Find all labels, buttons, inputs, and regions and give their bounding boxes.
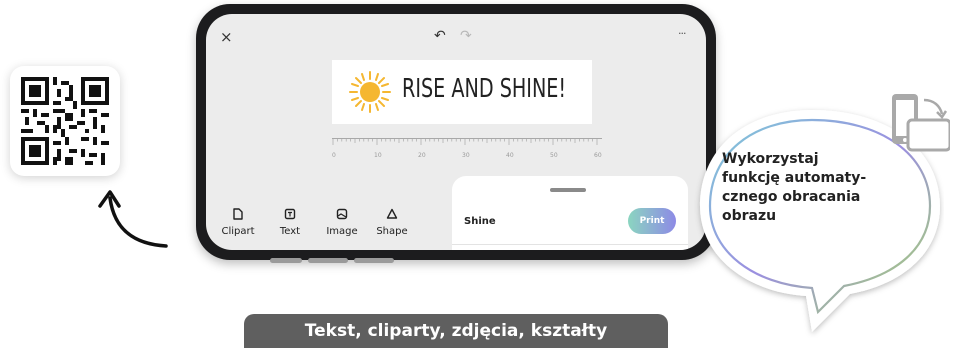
tool-label: Clipart (221, 226, 255, 237)
more-options-icon[interactable]: ··· (678, 27, 686, 40)
caption-banner: Tekst, cliparty, zdjęcia, kształty (244, 314, 668, 348)
qr-code-card (10, 66, 120, 176)
callout-line: cznego obracania (722, 189, 861, 205)
tool-clipart-button[interactable]: Clipart (218, 208, 258, 237)
callout-line: obrazu (722, 208, 777, 224)
shape-icon (386, 208, 398, 219)
tool-text-button[interactable]: Text (270, 208, 310, 237)
undo-icon[interactable]: ↶ (434, 28, 446, 44)
print-sheet: Shine Print (452, 176, 688, 250)
label-preview[interactable]: RISE AND SHINE! (332, 60, 592, 124)
tool-label: Shape (376, 226, 408, 237)
curved-arrow-icon (98, 190, 168, 248)
label-text: RISE AND SHINE! (402, 74, 567, 104)
text-icon (284, 208, 296, 220)
ruler-mark: 0 (332, 152, 336, 159)
phone-side-button (308, 258, 348, 263)
image-icon (336, 208, 348, 220)
callout-text: Wykorzystaj funkcję automaty- cznego obr… (722, 150, 912, 226)
sheet-title: Shine (464, 216, 496, 227)
ruler-numbers: 0 10 20 30 40 50 60 (332, 152, 602, 162)
tool-image-button[interactable]: Image (322, 208, 362, 237)
ruler-mark: 40 (506, 152, 514, 159)
callout-line: funkcję automaty- (722, 170, 867, 186)
phone-side-button (354, 258, 394, 263)
sun-icon (349, 71, 391, 113)
print-button[interactable]: Print (628, 208, 676, 234)
qr-code-icon (21, 77, 109, 165)
tool-label: Image (326, 226, 358, 237)
ruler-ticks (332, 138, 602, 145)
phone-frame: × ↶ ↷ ··· RISE AND SHINE! 0 10 20 30 40 … (196, 4, 716, 260)
phone-side-button (270, 258, 302, 263)
tool-label: Text (279, 226, 301, 237)
ruler-mark: 50 (550, 152, 558, 159)
ruler-mark: 10 (374, 152, 382, 159)
ruler: 0 10 20 30 40 50 60 (332, 138, 602, 168)
rotate-phone-icon (892, 94, 950, 152)
close-icon[interactable]: × (220, 28, 233, 46)
divider (452, 244, 688, 245)
clipart-icon (233, 208, 243, 220)
ruler-mark: 30 (462, 152, 470, 159)
redo-icon[interactable]: ↷ (460, 28, 472, 44)
ruler-mark: 20 (418, 152, 426, 159)
sheet-grabber[interactable] (550, 188, 586, 192)
tool-shape-button[interactable]: Shape (372, 208, 412, 237)
ruler-mark: 60 (594, 152, 602, 159)
app-screen: × ↶ ↷ ··· RISE AND SHINE! 0 10 20 30 40 … (206, 14, 706, 250)
